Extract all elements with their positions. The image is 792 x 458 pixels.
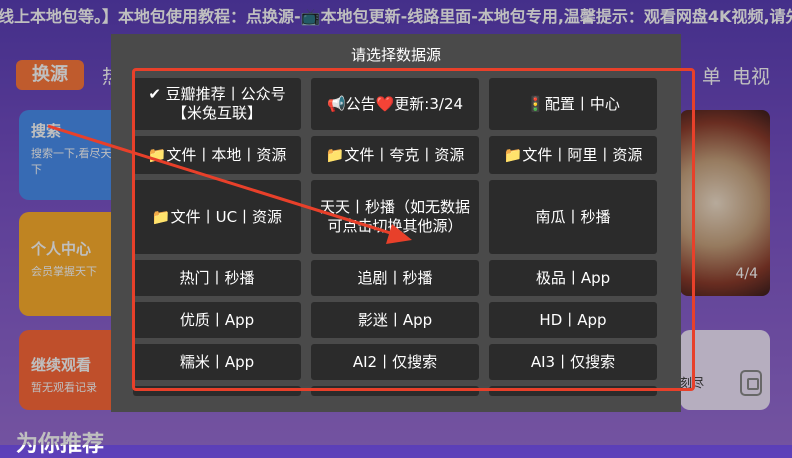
source-option[interactable]: 📁文件丨UC丨资源 [133, 180, 301, 254]
source-option-partial[interactable] [489, 386, 657, 396]
source-option[interactable]: AI2丨仅搜索 [311, 344, 479, 380]
source-option[interactable]: 优质丨App [133, 302, 301, 338]
source-option[interactable]: 📁文件丨夸克丨资源 [311, 136, 479, 174]
source-select-dialog: 请选择数据源 ✔ 豆瓣推荐丨公众号【米兔互联】 📢公告❤️更新:3/24 🚦配置… [111, 34, 681, 412]
source-option[interactable]: 极品丨App [489, 260, 657, 296]
source-option-partial[interactable] [311, 386, 479, 396]
source-option[interactable]: 影迷丨App [311, 302, 479, 338]
source-option[interactable]: 糯米丨App [133, 344, 301, 380]
source-option[interactable]: 📁文件丨阿里丨资源 [489, 136, 657, 174]
source-option[interactable]: ✔ 豆瓣推荐丨公众号【米兔互联】 [133, 78, 301, 130]
source-option[interactable]: 🚦配置丨中心 [489, 78, 657, 130]
source-option[interactable]: 南瓜丨秒播 [489, 180, 657, 254]
source-option[interactable]: HD丨App [489, 302, 657, 338]
source-option-partial[interactable] [133, 386, 301, 396]
source-option[interactable]: 热门丨秒播 [133, 260, 301, 296]
source-option[interactable]: 📁文件丨本地丨资源 [133, 136, 301, 174]
source-option[interactable]: 天天丨秒播（如无数据可点击切换其他源） [311, 180, 479, 254]
dialog-title: 请选择数据源 [350, 46, 441, 64]
source-option[interactable]: AI3丨仅搜索 [489, 344, 657, 380]
source-option[interactable]: 追剧丨秒播 [311, 260, 479, 296]
source-option[interactable]: 📢公告❤️更新:3/24 [311, 78, 479, 130]
